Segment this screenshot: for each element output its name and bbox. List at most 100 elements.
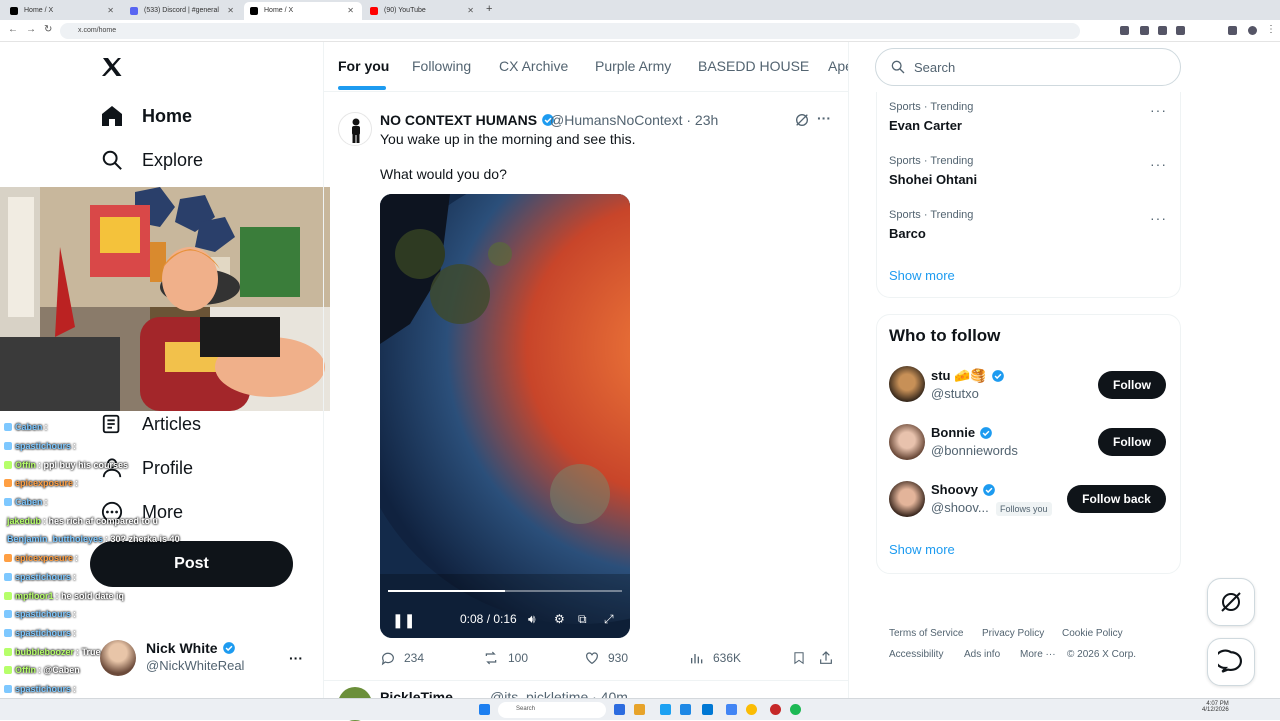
- tab-cx-archive[interactable]: CX Archive: [499, 58, 568, 74]
- chat-text: :: [75, 553, 79, 564]
- reload-icon[interactable]: ↻: [44, 24, 52, 35]
- forward-icon[interactable]: →: [26, 24, 36, 35]
- reply-button[interactable]: 234: [380, 650, 424, 666]
- file-explorer-icon[interactable]: [634, 704, 645, 715]
- tweet-author-avatar[interactable]: [338, 112, 372, 146]
- follow-suggestion-name[interactable]: Bonnie: [931, 425, 993, 440]
- tweet-author-name[interactable]: NO CONTEXT HUMANS: [380, 112, 555, 128]
- tweet-author-handle[interactable]: @HumansNoContext · 23h: [550, 112, 718, 128]
- url-field[interactable]: x.com/home: [60, 23, 1080, 39]
- close-tab-icon[interactable]: ✕: [347, 6, 354, 15]
- tweet-text: What would you do?: [380, 166, 507, 182]
- extension-icon[interactable]: [1176, 26, 1185, 35]
- app-icon[interactable]: [702, 704, 713, 715]
- chat-username: Benjamin_buttholeyes: [7, 534, 104, 545]
- avatar[interactable]: [889, 366, 925, 402]
- close-tab-icon[interactable]: ✕: [107, 6, 114, 15]
- trend-more-icon[interactable]: ···: [1150, 210, 1167, 226]
- avatar[interactable]: [889, 481, 925, 517]
- tab-basedd-house[interactable]: BASEDD HOUSE: [698, 58, 809, 74]
- search-icon: [891, 60, 905, 74]
- menu-icon[interactable]: ⋮: [1266, 24, 1276, 35]
- footer-copyright: © 2026 X Corp.: [1067, 649, 1137, 660]
- extension-icon[interactable]: [1158, 26, 1167, 35]
- account-name[interactable]: Nick White: [146, 640, 236, 656]
- taskbar-clock[interactable]: 4:07 PM 4/12/2026: [1202, 701, 1229, 713]
- bookmark-button[interactable]: [792, 650, 814, 666]
- avatar[interactable]: [889, 424, 925, 460]
- follow-button[interactable]: Follow: [1098, 428, 1166, 456]
- footer-cookie-link[interactable]: Cookie Policy: [1062, 628, 1123, 639]
- back-icon[interactable]: ←: [8, 24, 18, 35]
- new-tab-button[interactable]: +: [486, 3, 492, 15]
- tab-for-you[interactable]: For you: [338, 58, 389, 74]
- footer-more-link[interactable]: More ···: [1020, 649, 1056, 660]
- column-divider: [323, 42, 324, 702]
- follow-back-button[interactable]: Follow back: [1067, 485, 1166, 513]
- chat-text: :: [73, 441, 77, 452]
- app-icon[interactable]: [680, 704, 691, 715]
- tweet-video[interactable]: ❚❚ 0:08 / 0:16 🔊︎ ⚙︎ ⧉ ⤢: [380, 194, 630, 638]
- tab-label: Home / X: [264, 7, 294, 14]
- tweet-text: You wake up in the morning and see this.: [380, 131, 636, 147]
- chrome-icon[interactable]: [746, 704, 757, 715]
- browser-tab[interactable]: (533) Discord | #general ✕: [124, 2, 242, 20]
- follow-show-more-link[interactable]: Show more: [889, 542, 955, 557]
- extension-icon[interactable]: [1120, 26, 1129, 35]
- extension-icon[interactable]: [1228, 26, 1237, 35]
- youtube-favicon-icon: [370, 7, 378, 15]
- like-button[interactable]: 930: [584, 650, 628, 666]
- share-icon: [820, 651, 832, 664]
- task-view-icon[interactable]: [614, 704, 625, 715]
- trend-item[interactable]: Shohei Ohtani: [889, 172, 977, 187]
- browser-tab[interactable]: Home / X ✕: [4, 2, 122, 20]
- x-logo-icon[interactable]: [100, 55, 126, 81]
- volume-icon[interactable]: 🔊︎: [528, 612, 536, 627]
- share-button[interactable]: [818, 650, 842, 666]
- sidebar-item-home[interactable]: Home: [100, 101, 192, 131]
- taskbar-search[interactable]: Search: [498, 702, 606, 718]
- sidebar-item-explore[interactable]: Explore: [100, 145, 203, 175]
- footer-accessibility-link[interactable]: Accessibility: [889, 649, 943, 660]
- account-menu-icon[interactable]: ···: [289, 650, 303, 666]
- search-input[interactable]: Search: [875, 48, 1181, 86]
- messages-button[interactable]: [1207, 638, 1255, 686]
- video-progress-bar[interactable]: [388, 590, 622, 592]
- profile-icon[interactable]: [1248, 26, 1257, 35]
- footer-privacy-link[interactable]: Privacy Policy: [982, 628, 1044, 639]
- repost-button[interactable]: 100: [482, 650, 528, 666]
- follow-button[interactable]: Follow: [1098, 371, 1166, 399]
- spotify-icon[interactable]: [790, 704, 801, 715]
- fullscreen-icon[interactable]: ⤢: [604, 612, 614, 627]
- follow-suggestion-name[interactable]: stu 🧀🥞: [931, 368, 1005, 384]
- tab-label: (533) Discord | #general: [144, 7, 219, 14]
- settings-icon[interactable]: ⚙︎: [554, 612, 565, 626]
- close-tab-icon[interactable]: ✕: [467, 6, 474, 15]
- grok-button[interactable]: [1207, 578, 1255, 626]
- chat-list: Caben: spastichours: Offin: ppl buy his co…: [0, 418, 180, 698]
- trend-more-icon[interactable]: ···: [1150, 156, 1167, 172]
- footer-ads-link[interactable]: Ads info: [964, 649, 1000, 660]
- pause-icon[interactable]: ❚❚: [392, 612, 415, 629]
- trends-show-more-link[interactable]: Show more: [889, 268, 955, 283]
- trend-more-icon[interactable]: ···: [1150, 102, 1167, 118]
- grok-icon[interactable]: [794, 112, 810, 133]
- app-icon[interactable]: [726, 704, 737, 715]
- footer-terms-link[interactable]: Terms of Service: [889, 628, 963, 639]
- browser-tab[interactable]: (90) YouTube ✕: [364, 2, 482, 20]
- trend-item[interactable]: Barco: [889, 226, 926, 241]
- tab-ape[interactable]: Ape: [828, 58, 848, 74]
- tweet-more-icon[interactable]: ···: [817, 110, 831, 126]
- picture-in-picture-icon[interactable]: ⧉: [578, 612, 587, 627]
- browser-tab-active[interactable]: Home / X ✕: [244, 2, 362, 20]
- extension-icon[interactable]: [1140, 26, 1149, 35]
- windows-start-icon[interactable]: [479, 704, 490, 715]
- views-button[interactable]: 636K: [689, 650, 741, 666]
- tab-following[interactable]: Following: [412, 58, 471, 74]
- app-icon[interactable]: [770, 704, 781, 715]
- tab-purple-army[interactable]: Purple Army: [595, 58, 671, 74]
- edge-icon[interactable]: [660, 704, 671, 715]
- trend-item[interactable]: Evan Carter: [889, 118, 962, 133]
- close-tab-icon[interactable]: ✕: [227, 6, 234, 15]
- follow-suggestion-name[interactable]: Shoovy: [931, 482, 996, 497]
